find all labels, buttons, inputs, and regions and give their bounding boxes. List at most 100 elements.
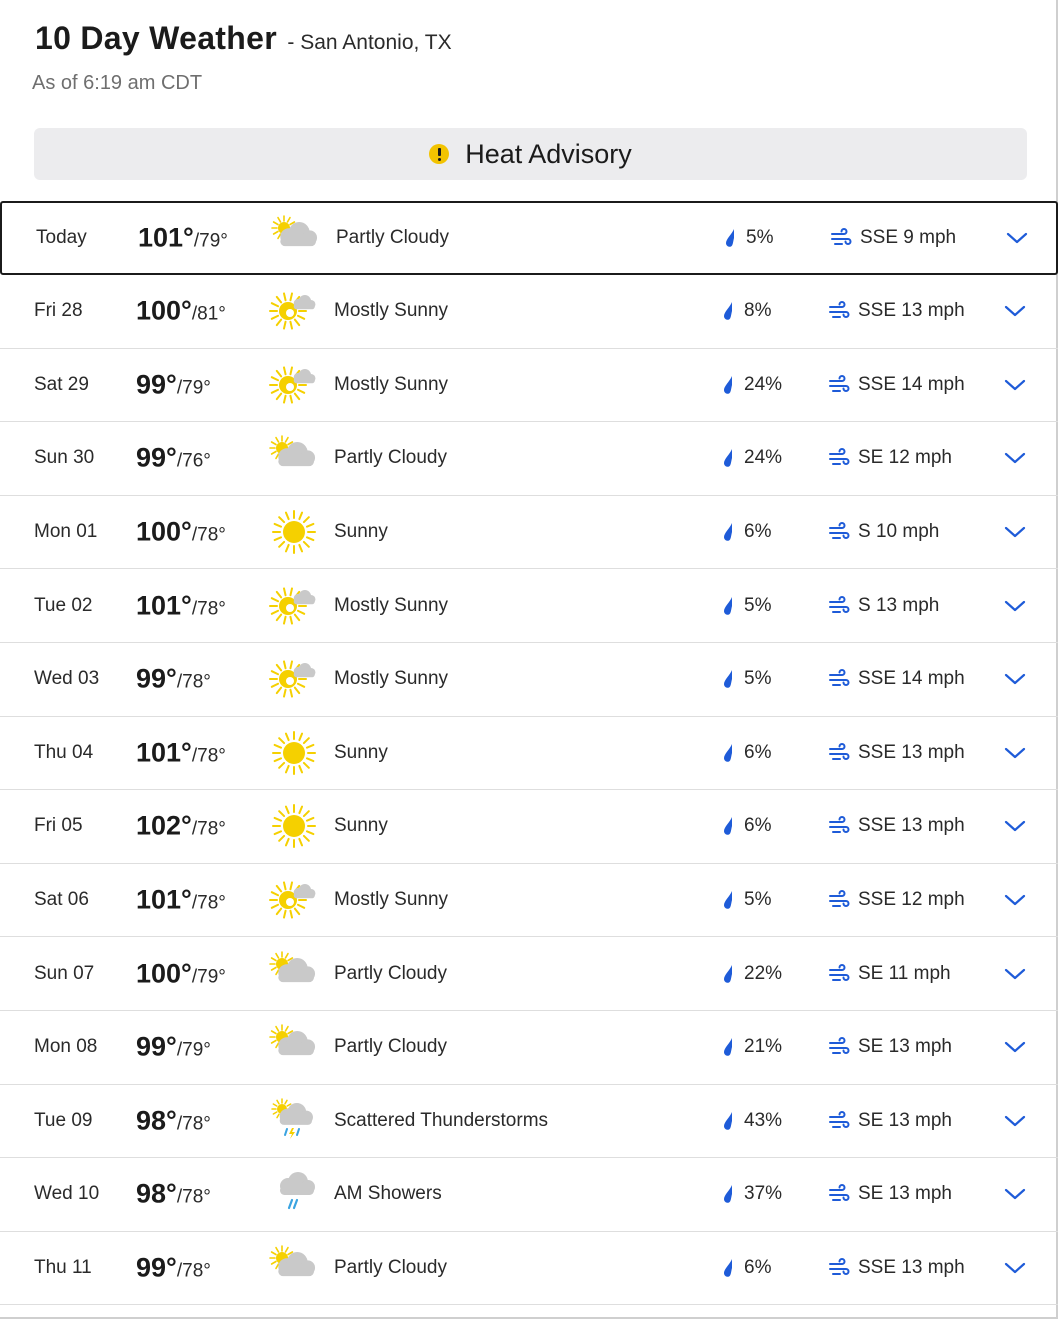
forecast-row[interactable]: Sun 07 100°/79° Partly Cloudy 22% SE 11 … xyxy=(0,937,1058,1011)
condition-label: Partly Cloudy xyxy=(334,1036,447,1058)
temperature: 98°/78° xyxy=(136,1105,211,1136)
wind-value: SE 12 mph xyxy=(858,447,952,469)
temperature: 99°/76° xyxy=(136,443,211,474)
forecast-row[interactable]: Sat 06 101°/78° Mostly Sunny 5% SSE 12 m… xyxy=(0,864,1058,938)
mostly-sunny-icon xyxy=(268,287,320,335)
rain-drop-icon xyxy=(722,448,736,468)
temperature: 100°/81° xyxy=(136,296,226,327)
forecast-row[interactable]: Sat 29 99°/79° Mostly Sunny 24% SSE 14 m… xyxy=(0,349,1058,423)
precip-chance: 5% xyxy=(746,227,774,248)
wind-icon xyxy=(828,963,850,984)
chevron-down-icon[interactable] xyxy=(1003,671,1027,687)
warning-icon xyxy=(429,144,450,164)
wind-icon xyxy=(828,890,850,910)
chevron-down-icon[interactable] xyxy=(1003,1039,1027,1055)
mostly-sunny-icon xyxy=(268,361,320,409)
chevron-down-icon[interactable] xyxy=(1003,818,1027,834)
condition-label: Partly Cloudy xyxy=(334,962,447,984)
wind-icon xyxy=(830,228,852,248)
precip-chance: 43% xyxy=(744,1109,783,1131)
day-label: Mon 01 xyxy=(34,521,98,543)
forecast-row[interactable]: Mon 01 100°/78° Sunny 6% S 10 mph xyxy=(0,496,1058,570)
heat-advisory-button[interactable]: Heat Advisory xyxy=(34,128,1027,180)
forecast-row[interactable]: Thu 04 101°/78° Sunny 6% SSE 13 mph xyxy=(0,717,1058,791)
forecast-row[interactable]: Today 101°/79° Partly Cloudy 5% SSE 9 mp… xyxy=(0,201,1058,275)
condition-label: Sunny xyxy=(334,741,388,763)
wind-value: SSE 13 mph xyxy=(858,815,965,837)
high-temp: 100° xyxy=(136,516,192,547)
chevron-down-icon[interactable] xyxy=(1003,450,1027,466)
mostly-sunny-icon xyxy=(268,876,320,924)
forecast-row[interactable]: Fri 05 102°/78° Sunny 6% SSE 13 mph xyxy=(0,790,1058,864)
condition-label: Partly Cloudy xyxy=(334,1257,447,1279)
low-temp: /76° xyxy=(176,450,211,472)
high-temp: 98° xyxy=(136,1178,177,1209)
day-label: Wed 03 xyxy=(34,668,100,690)
condition-label: AM Showers xyxy=(334,1183,442,1205)
chevron-down-icon[interactable] xyxy=(1003,524,1027,540)
forecast-row[interactable]: Wed 10 98°/78° AM Showers 37% SE 13 mph xyxy=(0,1158,1058,1232)
day-label: Fri 05 xyxy=(34,815,83,837)
scattered-thunderstorms-icon xyxy=(268,1097,320,1145)
condition-label: Sunny xyxy=(334,521,388,543)
day-label: Sat 06 xyxy=(34,889,89,911)
forecast-row[interactable]: Mon 08 99°/79° Partly Cloudy 21% SE 13 m… xyxy=(0,1011,1058,1085)
high-temp: 101° xyxy=(136,884,192,915)
low-temp: /78° xyxy=(176,1113,211,1135)
wind-value: S 10 mph xyxy=(858,521,940,543)
rain-drop-icon xyxy=(722,890,736,910)
chevron-down-icon[interactable] xyxy=(1003,377,1027,393)
chevron-down-icon[interactable] xyxy=(1003,966,1027,982)
wind-icon xyxy=(828,816,850,836)
low-temp: /79° xyxy=(193,230,228,252)
low-temp: /78° xyxy=(191,892,226,914)
day-label: Sun 07 xyxy=(34,962,95,984)
chevron-down-icon[interactable] xyxy=(1005,230,1029,246)
wind-icon xyxy=(828,669,850,689)
forecast-row[interactable]: Tue 09 98°/78° Scattered Thunderstorms 4… xyxy=(0,1085,1058,1159)
condition-label: Mostly Sunny xyxy=(334,373,449,395)
chevron-down-icon[interactable] xyxy=(1003,1186,1027,1202)
wind-icon xyxy=(828,374,850,395)
wind-icon xyxy=(828,448,850,468)
partly-cloudy-icon xyxy=(268,1244,320,1292)
temperature: 99°/79° xyxy=(136,1032,211,1063)
chevron-down-icon[interactable] xyxy=(1003,892,1027,908)
chevron-down-icon[interactable] xyxy=(1003,303,1027,319)
precip-chance: 21% xyxy=(744,1036,783,1058)
am-showers-icon xyxy=(268,1170,320,1218)
precip-chance: 6% xyxy=(744,815,772,837)
ten-day-forecast-card: 10 Day Weather - San Antonio, TX As of 6… xyxy=(0,0,1058,1319)
forecast-row[interactable]: Wed 03 99°/78° Mostly Sunny 5% SSE 14 mp… xyxy=(0,643,1058,717)
condition-label: Mostly Sunny xyxy=(334,668,449,690)
partly-cloudy-icon xyxy=(268,950,320,998)
precip-chance: 5% xyxy=(744,668,772,690)
temperature: 102°/78° xyxy=(136,811,226,842)
chevron-down-icon[interactable] xyxy=(1003,1113,1027,1129)
chevron-down-icon[interactable] xyxy=(1003,745,1027,761)
low-temp: /78° xyxy=(191,524,226,546)
wind-value: SSE 13 mph xyxy=(858,1257,965,1279)
forecast-row[interactable]: Tue 02 101°/78° Mostly Sunny 5% S 13 mph xyxy=(0,569,1058,643)
low-temp: /81° xyxy=(191,303,226,325)
temperature: 100°/78° xyxy=(136,517,226,548)
wind-icon xyxy=(828,1184,850,1204)
wind-value: SSE 14 mph xyxy=(858,373,965,395)
day-label: Sat 29 xyxy=(34,373,89,395)
low-temp: /79° xyxy=(191,966,226,988)
wind-value: SE 13 mph xyxy=(858,1036,952,1058)
forecast-row[interactable]: Thu 11 99°/78° Partly Cloudy 6% SSE 13 m… xyxy=(0,1232,1058,1306)
high-temp: 100° xyxy=(136,958,192,989)
precip-chance: 37% xyxy=(744,1183,783,1205)
wind-icon xyxy=(828,1258,850,1278)
temperature: 101°/79° xyxy=(138,223,228,254)
condition-label: Scattered Thunderstorms xyxy=(334,1109,549,1131)
forecast-row[interactable]: Fri 28 100°/81° Mostly Sunny 8% SSE 13 m… xyxy=(0,275,1058,349)
chevron-down-icon[interactable] xyxy=(1003,598,1027,614)
wind-value: SSE 13 mph xyxy=(858,741,965,763)
high-temp: 101° xyxy=(136,737,192,768)
temperature: 99°/79° xyxy=(136,369,211,400)
chevron-down-icon[interactable] xyxy=(1003,1260,1027,1276)
forecast-row[interactable]: Sun 30 99°/76° Partly Cloudy 24% SE 12 m… xyxy=(0,422,1058,496)
wind-icon xyxy=(828,1037,850,1057)
